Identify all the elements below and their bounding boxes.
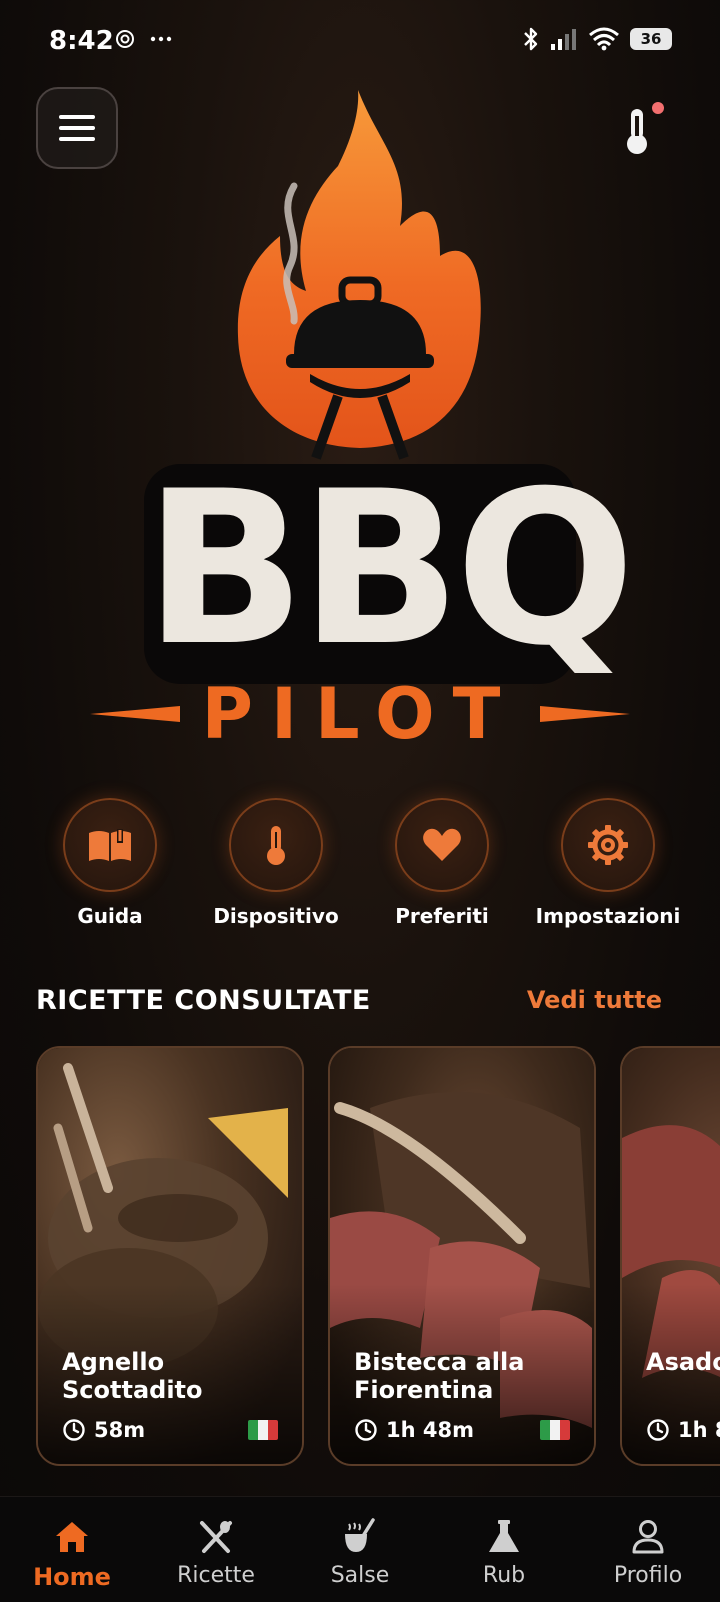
status-bar: 8:42 36 [0, 0, 720, 86]
clock-icon [63, 1419, 85, 1441]
recipe-card[interactable]: Asado 1h 8 [620, 1046, 720, 1466]
nav-label: Profilo [613, 1563, 683, 1588]
recipe-card[interactable]: Bistecca alla Fiorentina 1h 48m [328, 1046, 596, 1466]
recipe-time-value: 1h 8 [678, 1418, 720, 1442]
logo-title: BBQ [144, 445, 635, 692]
recipe-time-value: 1h 48m [386, 1418, 474, 1442]
recipe-time-value: 58m [94, 1418, 146, 1442]
signal-icon [551, 29, 576, 50]
bottom-nav: Home Ricette Salse Rub Profilo [0, 1496, 720, 1602]
recipe-title: Agnello Scottadito [62, 1348, 203, 1404]
nav-label: Home [33, 1563, 111, 1591]
clock-icon [355, 1419, 377, 1441]
gear-icon [588, 825, 628, 865]
quick-action-guida[interactable]: Guida [25, 798, 195, 938]
book-icon [89, 829, 131, 861]
italy-flag-icon [540, 1420, 570, 1440]
sauce-icon [345, 1518, 375, 1552]
recent-recipes-carousel[interactable]: Agnello Scottadito 58m Bistecca alla Fio… [0, 1046, 720, 1468]
nav-salse[interactable]: Salse [288, 1497, 432, 1602]
nav-rub[interactable]: Rub [432, 1497, 576, 1602]
openai-icon [116, 30, 134, 48]
wifi-icon [589, 27, 619, 51]
flame-grill-icon [237, 90, 481, 460]
quick-action-dispositivo[interactable]: Dispositivo [191, 798, 361, 938]
quick-action-label: Guida [77, 904, 143, 928]
quick-action-preferiti[interactable]: Preferiti [357, 798, 527, 938]
section-title: RICETTE CONSULTATE [36, 985, 371, 1016]
quick-action-label: Dispositivo [213, 904, 339, 928]
quick-actions: Guida Dispositivo Preferiti Impostazioni [0, 798, 720, 938]
status-time: 8:42 [49, 26, 114, 56]
see-all-link[interactable]: Vedi tutte [527, 986, 662, 1014]
user-icon [632, 1520, 664, 1554]
nav-label: Ricette [177, 1563, 255, 1588]
notification-dot [652, 102, 664, 114]
italy-flag-icon [248, 1420, 278, 1440]
more-dots-icon [150, 36, 172, 42]
recipe-time: 1h 48m [354, 1418, 474, 1442]
nav-ricette[interactable]: Ricette [144, 1497, 288, 1602]
quick-action-label: Preferiti [395, 904, 489, 928]
recipe-title: Bistecca alla Fiorentina [354, 1348, 525, 1404]
nav-home[interactable]: Home [0, 1497, 144, 1602]
bbq-pilot-logo: BBQ PILOT [80, 86, 640, 776]
quick-action-impostazioni[interactable]: Impostazioni [523, 798, 693, 938]
heart-icon [423, 828, 461, 861]
clock-icon [647, 1419, 669, 1441]
nav-label: Salse [330, 1563, 390, 1588]
quick-action-label: Impostazioni [535, 904, 681, 928]
utensils-icon [200, 1521, 232, 1553]
logo-subtitle: PILOT [201, 673, 519, 755]
flask-icon [489, 1520, 519, 1552]
battery-indicator: 36 [630, 28, 672, 50]
home-icon [56, 1522, 88, 1552]
nav-label: Rub [482, 1563, 526, 1588]
thermometer-icon [267, 826, 285, 865]
recipe-title: Asado [646, 1348, 720, 1376]
recipe-card[interactable]: Agnello Scottadito 58m [36, 1046, 304, 1466]
bluetooth-icon [524, 27, 538, 51]
recipe-time: 1h 8 [646, 1418, 720, 1442]
nav-profilo[interactable]: Profilo [576, 1497, 720, 1602]
recipe-time: 58m [62, 1418, 145, 1442]
